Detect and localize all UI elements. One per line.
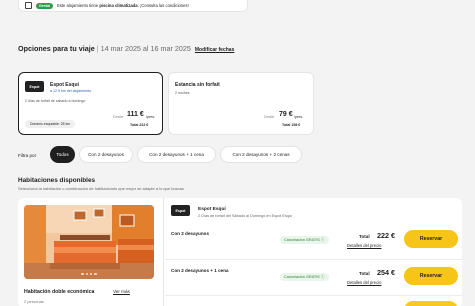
pool-notice: Genial Este alojamiento tiene piscina cl… [18,0,248,12]
ski-domain-pill: Dominio esquiable: 25 km [25,120,76,128]
option-total: Total 158 € [282,123,301,127]
option-description: 2 días de forfait de sábado a domingo [25,99,86,103]
room-name: Habitación doble económica [24,289,95,295]
notice-text: Este alojamiento tiene piscina climatiza… [57,3,189,8]
offer-total: 254 € [377,268,395,277]
free-cancellation-badge[interactable]: Cancelación GRATIS ⓘ [280,236,329,244]
price-details-link[interactable]: Detalles del precio [347,243,381,248]
option-price: 79 € [279,111,293,118]
offer-label: Con 2 desayunos + 1 cena [171,268,229,273]
option-card-no-forfait[interactable]: Estancia sin forfait 2 noches Desde 79 €… [168,72,314,135]
option-price: 111 € [127,111,144,118]
reserve-button[interactable]: Reservar [404,267,458,285]
rooms-subtitle: Selecciona la habitación o combinación d… [18,186,184,191]
option-card-espot[interactable]: Espot Espot Esquí a 12.9 km del alojamie… [18,72,163,135]
pack-name: Espot Esquí [198,207,226,212]
trip-dates: 14 mar 2025 al 16 mar 2025 [100,44,191,53]
rooms-title: Habitaciones disponibles [18,177,96,184]
total-label: Total [359,271,370,276]
room-occupancy: 2 personas [24,299,44,304]
option-total: Total 222 € [130,123,149,127]
room-photo-image [24,205,154,279]
filter-chip-todos[interactable]: Todos [50,146,75,163]
filter-chip-2-desayunos-1-cena[interactable]: Con 2 desayunos + 1 cena [137,146,216,163]
option-name: Espot Esquí [50,82,79,88]
carousel-dots[interactable] [24,272,154,275]
genial-badge: Genial [36,2,53,9]
distance-link[interactable]: a 12.9 km del alojamiento [50,89,91,93]
per-person-label: /pers. [146,115,155,119]
pack-description: 2 Días de forfait del Sábado al Domingo … [198,214,293,218]
offer-divider [165,295,462,296]
espot-logo: Espot [25,81,44,92]
panel-divider [163,198,164,306]
from-label: Desde [264,115,275,119]
reserve-button-partial[interactable] [404,301,458,306]
room-panel: Habitación doble económica Ver más 2 per… [18,198,462,306]
modify-dates-link[interactable]: Modificar fechas [195,47,234,53]
room-more-link[interactable]: Ver más [113,289,130,294]
pool-icon [25,2,32,9]
trip-options-title: Opciones para tu viaje [18,44,95,53]
option-description: 2 noches [175,91,190,95]
free-cancellation-badge[interactable]: Cancelación GRATIS ⓘ [280,273,329,281]
per-person-label: /pers. [294,115,303,119]
offer-total: 222 € [377,231,395,240]
total-label: Total [359,234,370,239]
filter-chip-2-desayunos-2-cenas[interactable]: Con 2 desayunos + 2 cenas [220,146,302,163]
trip-options-heading: Opciones para tu viaje | 14 mar 2025 al … [18,44,235,53]
offer-label: Con 2 desayunos [171,231,210,236]
espot-logo: Espot [171,205,190,216]
price-details-link[interactable]: Detalles del precio [347,280,381,285]
filter-chip-2-desayunos[interactable]: Con 2 desayunos [79,146,133,163]
room-photo[interactable] [24,205,154,279]
offer-divider [165,259,462,260]
filter-label: Filtra por [18,153,37,158]
option-name: Estancia sin forfait [175,82,220,88]
reserve-button[interactable]: Reservar [404,230,458,248]
from-label: Desde [113,115,124,119]
